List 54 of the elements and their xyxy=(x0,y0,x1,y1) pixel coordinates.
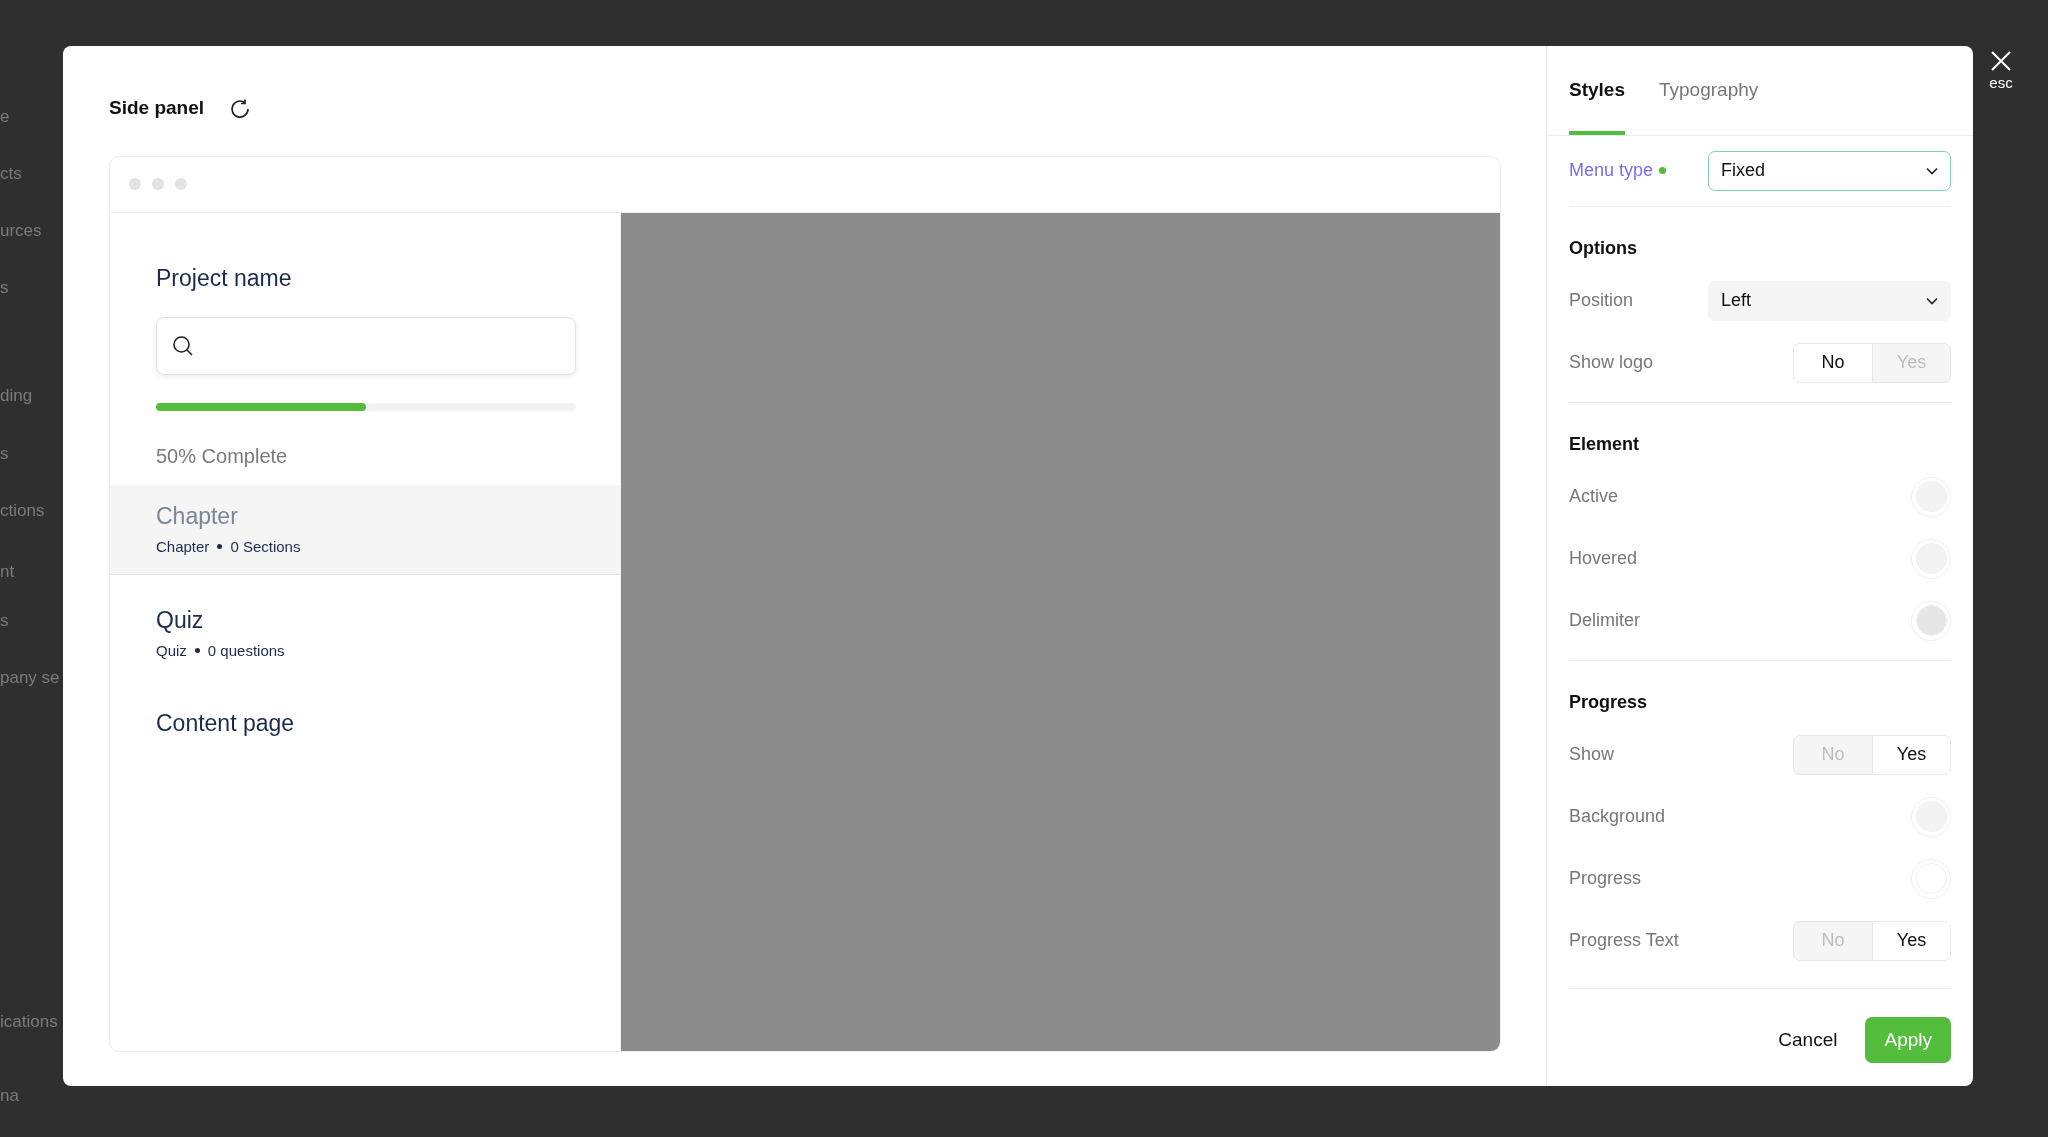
close-button[interactable]: esc xyxy=(1982,50,2020,95)
field-label: Background xyxy=(1569,805,1666,828)
outline-item[interactable]: Quiz Quiz 0 questions xyxy=(110,589,620,678)
sidebar-item: s xyxy=(0,443,9,465)
panel-title: Side panel xyxy=(109,96,205,120)
cancel-button[interactable]: Cancel xyxy=(1772,1024,1844,1055)
search-field[interactable] xyxy=(156,317,576,375)
sidebar-item: e xyxy=(0,106,10,128)
project-name: Project name xyxy=(156,263,293,293)
item-meta: Quiz xyxy=(156,640,187,661)
sidebar-item: s xyxy=(0,610,9,632)
chevron-down-icon xyxy=(1926,166,1938,175)
outline-item[interactable]: Content page xyxy=(110,692,620,757)
field-label: Menu type xyxy=(1569,159,1654,182)
toggle-option[interactable]: Yes xyxy=(1872,921,1950,960)
sidebar-item: urces xyxy=(0,220,42,242)
color-swatch[interactable] xyxy=(1915,605,1947,636)
window-dot xyxy=(175,178,187,190)
field-label: Progress xyxy=(1569,867,1642,890)
field-label: Show xyxy=(1569,743,1615,766)
section-title: Progress xyxy=(1569,690,1649,714)
tab[interactable]: Styles xyxy=(1569,46,1625,135)
item-meta: Chapter xyxy=(156,536,210,557)
field-label: Delimiter xyxy=(1569,609,1640,632)
select-field[interactable]: Fixed xyxy=(1708,150,1951,191)
sidebar-item: ications xyxy=(0,1011,58,1033)
sidebar-item: ding xyxy=(0,385,33,407)
window-dot xyxy=(152,178,164,190)
field-label: Position xyxy=(1569,289,1634,312)
tab[interactable]: Typography xyxy=(1659,46,1759,135)
close-icon xyxy=(1990,50,2012,72)
item-meta: 0 Sections xyxy=(230,536,301,557)
sidebar-item: na xyxy=(0,1085,19,1107)
sidebar-item: s xyxy=(0,277,9,299)
sidebar-item: cts xyxy=(0,163,22,185)
select-field[interactable]: Left xyxy=(1708,280,1951,321)
separator-dot xyxy=(194,648,200,654)
window-dot xyxy=(129,178,141,190)
separator-dot xyxy=(217,544,223,550)
outline-item[interactable]: Chapter Chapter 0 Sections xyxy=(110,485,620,575)
chevron-down-icon xyxy=(1926,296,1938,305)
toggle-option[interactable]: Yes xyxy=(1872,735,1950,774)
field-label: Show logo xyxy=(1569,351,1654,374)
section-title: Options xyxy=(1569,236,1638,260)
field-label: Hovered xyxy=(1569,547,1638,570)
progress-text: 50% Complete xyxy=(156,444,289,469)
search-icon xyxy=(172,335,194,357)
section-title: Element xyxy=(1569,432,1641,456)
sidebar-item: pany se xyxy=(0,667,60,689)
sidebar-item: nt xyxy=(0,561,15,583)
field-label: Active xyxy=(1569,485,1619,508)
sidebar-item: ctions xyxy=(0,500,45,522)
field-label: Progress Text xyxy=(1569,929,1679,952)
item-meta: 0 questions xyxy=(207,640,285,661)
